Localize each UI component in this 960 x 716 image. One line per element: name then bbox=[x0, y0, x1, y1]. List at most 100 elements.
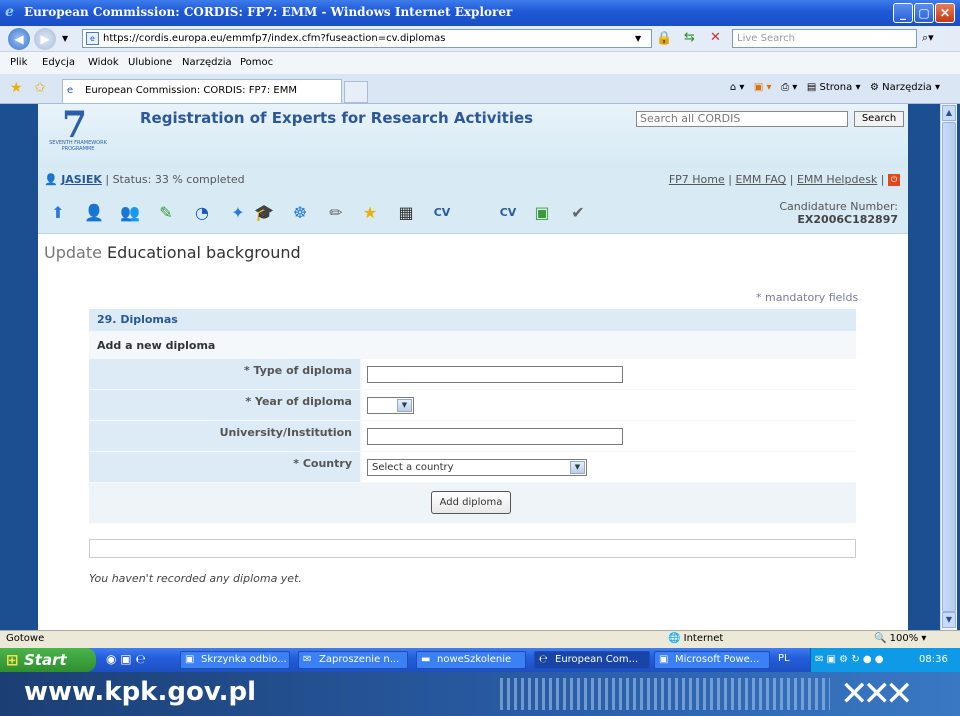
stop-icon[interactable]: ✕ bbox=[710, 30, 721, 45]
candidature-number: EX2006C182897 bbox=[797, 213, 898, 226]
zoom-icon: 🔍 bbox=[874, 633, 887, 644]
research-icon[interactable]: ✦ bbox=[224, 199, 252, 227]
new-tab-button[interactable] bbox=[344, 81, 368, 103]
menu-edycja[interactable]: Edycja bbox=[42, 57, 75, 68]
add-new-heading: Add a new diploma bbox=[97, 339, 216, 352]
feeds-icon[interactable]: ▣ ▾ bbox=[754, 82, 772, 93]
summary-icon[interactable]: ▣ bbox=[528, 199, 556, 227]
type-of-diploma-input[interactable] bbox=[367, 366, 623, 383]
candidature-info: Candidature Number: EX2006C182897 bbox=[779, 200, 898, 226]
tools-menu[interactable]: ⚙ Narzędzia ▾ bbox=[870, 82, 940, 93]
folder-icon: ▬ bbox=[421, 654, 431, 665]
taskbar-item-mail[interactable]: ▣ Skrzynka odbio... bbox=[180, 651, 290, 669]
languages-icon[interactable]: ✎ bbox=[152, 199, 180, 227]
expertise-icon[interactable]: ◔ bbox=[188, 199, 216, 227]
address-toolbar: ◀ ▶ ▼ e https://cordis.europa.eu/emmfp7/… bbox=[0, 26, 960, 52]
taskbar-item-powerpoint[interactable]: ▣ Microsoft Powe... bbox=[654, 651, 770, 669]
zoom-dropdown-icon[interactable]: ▾ bbox=[921, 633, 926, 644]
taskbar-item-ie[interactable]: ℮ European Com... bbox=[534, 651, 650, 669]
chevron-down-icon[interactable]: ▼ bbox=[397, 399, 412, 412]
submit-icon[interactable]: ✔ bbox=[564, 199, 592, 227]
personal-info-icon[interactable]: ⬆ bbox=[44, 199, 72, 227]
status-text: Gotowe bbox=[6, 633, 45, 644]
maximize-button[interactable]: ▢ bbox=[914, 3, 934, 23]
publications-icon[interactable]: ▦ bbox=[392, 199, 420, 227]
footer-decoration bbox=[500, 678, 830, 710]
fp7-home-link[interactable]: FP7 Home bbox=[669, 173, 725, 186]
emm-helpdesk-link[interactable]: EMM Helpdesk bbox=[797, 173, 877, 186]
fp7-logo-seven-icon: 7 bbox=[62, 104, 88, 146]
page-menu-label: Strona bbox=[819, 82, 853, 93]
windows-taskbar: ⊞ Start ◉ ▣ ℮ ▣ Skrzynka odbio... ✉ Zapros… bbox=[0, 648, 960, 672]
cordis-search-button[interactable]: Search bbox=[854, 111, 904, 127]
experience-icon[interactable]: ✏ bbox=[322, 199, 350, 227]
search-icon[interactable]: ⌕▾ bbox=[922, 31, 934, 45]
user-link[interactable]: JASIEK bbox=[61, 173, 102, 186]
mandatory-note: * mandatory fields bbox=[756, 291, 859, 304]
achievements-icon[interactable]: ★ bbox=[356, 199, 384, 227]
menu-widok[interactable]: Widok bbox=[88, 57, 119, 68]
close-button[interactable]: ✕ bbox=[935, 3, 955, 23]
country-selected-value: Select a country bbox=[372, 462, 454, 473]
envelope-icon: ✉ bbox=[303, 654, 312, 665]
tab-title: European Commission: CORDIS: FP7: EMM bbox=[85, 85, 297, 96]
emm-faq-link[interactable]: EMM FAQ bbox=[735, 173, 786, 186]
vertical-scrollbar[interactable]: ▲ ▼ bbox=[940, 104, 957, 630]
scroll-down-icon[interactable]: ▼ bbox=[942, 612, 956, 628]
ie-icon: ℮ bbox=[539, 654, 548, 665]
favorites-star-icon[interactable]: ★ bbox=[10, 80, 23, 96]
country-select[interactable]: Select a country ▼ bbox=[367, 459, 587, 476]
employment-icon[interactable]: ☸ bbox=[286, 199, 314, 227]
forward-button[interactable]: ▶ bbox=[34, 28, 56, 50]
outlook-icon: ▣ bbox=[185, 654, 195, 665]
cv-view-icon[interactable]: CV bbox=[494, 199, 522, 227]
menu-pomoc[interactable]: Pomoc bbox=[240, 57, 273, 68]
back-button[interactable]: ◀ bbox=[8, 28, 30, 50]
window-title-bar[interactable]: e European Commission: CORDIS: FP7: EMM … bbox=[0, 0, 960, 26]
chevron-down-icon[interactable]: ▼ bbox=[570, 461, 585, 474]
menu-narzedzia[interactable]: Narzędzia bbox=[182, 57, 232, 68]
taskbar-item-label: Skrzynka odbio... bbox=[201, 654, 287, 665]
kpk-logo-icon: ✕✕✕ bbox=[840, 674, 914, 714]
education-icon[interactable]: 🎓 bbox=[250, 199, 278, 227]
logout-icon[interactable]: ⏻ bbox=[888, 174, 900, 186]
taskbar-item-folder[interactable]: ▬ noweSzkolenie bbox=[416, 651, 526, 669]
address-bar[interactable]: e https://cordis.europa.eu/emmfp7/index.… bbox=[82, 29, 652, 48]
page-title-prefix: Update bbox=[44, 243, 102, 262]
tab-page-icon: e bbox=[67, 85, 74, 96]
refresh-icon[interactable]: ⇆ bbox=[684, 30, 695, 45]
history-dropdown-icon[interactable]: ▼ bbox=[62, 34, 68, 43]
contact-icon[interactable]: 👤 bbox=[80, 199, 108, 227]
menu-plik[interactable]: Plik bbox=[10, 57, 27, 68]
diploma-list-box bbox=[89, 539, 856, 558]
completion-status: | Status: 33 % completed bbox=[105, 173, 245, 186]
menu-ulubione[interactable]: Ulubione bbox=[128, 57, 172, 68]
quicklaunch-icons[interactable]: ◉ ▣ ℮ bbox=[106, 652, 146, 666]
web-page: 7 SEVENTH FRAMEWORK PROGRAMME Registrati… bbox=[38, 104, 908, 630]
year-of-diploma-select[interactable]: ▼ bbox=[367, 397, 414, 414]
section-header: 29. Diplomas bbox=[89, 309, 856, 331]
cv-upload-icon[interactable]: CV bbox=[428, 199, 456, 227]
cordis-search-input[interactable]: Search all CORDIS bbox=[636, 111, 848, 127]
nationality-icon[interactable]: 👥 bbox=[116, 199, 144, 227]
lock-icon[interactable]: 🔒 bbox=[656, 31, 672, 46]
scroll-up-icon[interactable]: ▲ bbox=[942, 105, 956, 121]
zoom-control[interactable]: 🔍 100% ▾ bbox=[874, 633, 926, 644]
live-search-input[interactable]: Live Search bbox=[732, 29, 917, 48]
browser-tab[interactable]: e European Commission: CORDIS: FP7: EMM bbox=[62, 79, 342, 103]
scroll-thumb[interactable] bbox=[942, 122, 956, 612]
add-favorite-icon[interactable]: ✩ bbox=[34, 80, 46, 96]
tray-icons[interactable]: ✉ ▣ ⚙ ↻ ● ● bbox=[815, 648, 884, 672]
start-button[interactable]: ⊞ Start bbox=[0, 648, 96, 672]
globe-icon: 🌐 bbox=[668, 633, 681, 644]
address-dropdown-icon[interactable]: ▼ bbox=[635, 30, 641, 47]
taskbar-item-invite[interactable]: ✉ Zaproszenie n... bbox=[298, 651, 408, 669]
home-icon[interactable]: ⌂ ▾ bbox=[730, 82, 745, 93]
language-indicator[interactable]: PL bbox=[778, 653, 790, 664]
minimize-button[interactable]: _ bbox=[893, 3, 913, 23]
university-input[interactable] bbox=[367, 428, 623, 445]
page-menu[interactable]: ▤ Strona ▾ bbox=[807, 82, 861, 93]
user-info: 👤 JASIEK | Status: 33 % completed bbox=[44, 173, 245, 186]
add-diploma-button[interactable]: Add diploma bbox=[431, 491, 511, 514]
print-icon[interactable]: ⎙ ▾ bbox=[781, 82, 797, 93]
